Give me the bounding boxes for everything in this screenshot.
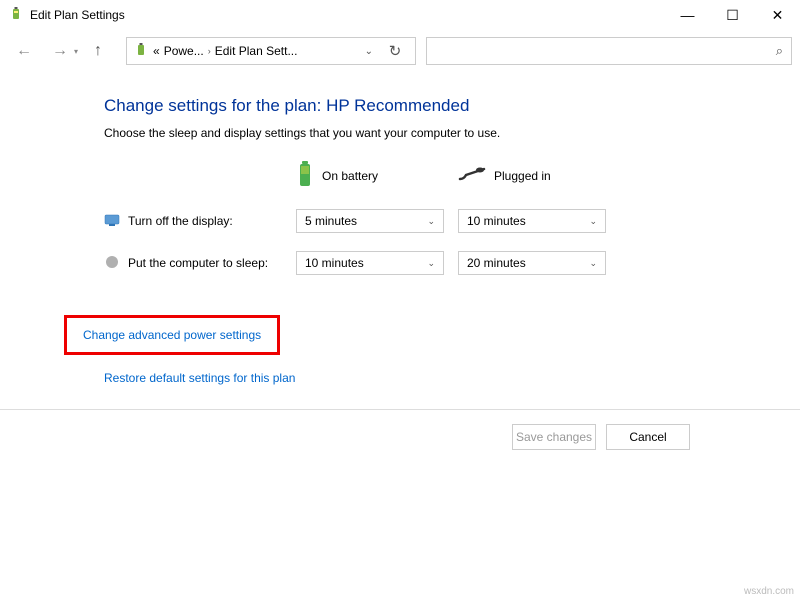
- highlighted-link-box: Change advanced power settings: [64, 315, 280, 355]
- display-icon: [104, 212, 120, 231]
- row-display-label: Turn off the display:: [104, 212, 284, 231]
- sleep-battery-value: 10 minutes: [305, 256, 364, 270]
- advanced-settings-link[interactable]: Change advanced power settings: [83, 328, 261, 342]
- row-display-text: Turn off the display:: [128, 214, 233, 228]
- links-section: Change advanced power settings Restore d…: [64, 315, 800, 385]
- search-icon: ⌕: [776, 43, 783, 59]
- titlebar: Edit Plan Settings — ☐ ✕: [0, 0, 800, 30]
- breadcrumb-item-2[interactable]: Edit Plan Sett...: [215, 44, 298, 58]
- plug-icon: [458, 165, 486, 186]
- column-header-plugged-label: Plugged in: [494, 169, 551, 183]
- column-header-battery-label: On battery: [322, 169, 378, 183]
- save-button: Save changes: [512, 424, 596, 450]
- page-heading: Change settings for the plan: HP Recomme…: [104, 96, 800, 116]
- content-area: Change settings for the plan: HP Recomme…: [0, 72, 800, 385]
- column-header-plugged: Plugged in: [458, 165, 608, 186]
- window-title: Edit Plan Settings: [30, 8, 125, 22]
- display-battery-dropdown[interactable]: 5 minutes ⌄: [296, 209, 444, 233]
- display-battery-value: 5 minutes: [305, 214, 357, 228]
- address-bar[interactable]: « Powe... › Edit Plan Sett... ⌄ ↻: [126, 37, 416, 65]
- column-header-battery: On battery: [296, 160, 446, 191]
- search-bar[interactable]: ⌕: [426, 37, 792, 65]
- breadcrumb: « Powe... › Edit Plan Sett...: [153, 44, 357, 58]
- watermark: wsxdn.com: [744, 586, 794, 597]
- address-bar-icon: [133, 42, 149, 61]
- display-plugged-value: 10 minutes: [467, 214, 526, 228]
- battery-icon: [296, 160, 314, 191]
- breadcrumb-prefix: «: [153, 44, 160, 58]
- back-button[interactable]: ←: [8, 37, 40, 65]
- window-controls: — ☐ ✕: [665, 0, 800, 30]
- row-sleep-label: Put the computer to sleep:: [104, 254, 284, 273]
- row-sleep-text: Put the computer to sleep:: [128, 256, 268, 270]
- breadcrumb-separator-icon: ›: [208, 46, 211, 56]
- power-plan-icon: [8, 6, 24, 25]
- settings-grid: On battery Plugged in Turn off the displ…: [104, 160, 800, 275]
- refresh-button[interactable]: ↻: [381, 42, 409, 60]
- close-button[interactable]: ✕: [755, 0, 800, 30]
- address-dropdown-icon[interactable]: ⌄: [361, 46, 377, 57]
- chevron-down-icon: ⌄: [427, 216, 435, 227]
- chevron-down-icon: ⌄: [427, 258, 435, 269]
- forward-button[interactable]: →: [44, 37, 76, 65]
- titlebar-left: Edit Plan Settings: [8, 6, 125, 25]
- history-dropdown-icon[interactable]: ▾: [74, 47, 78, 56]
- restore-defaults-link[interactable]: Restore default settings for this plan: [104, 371, 800, 385]
- cancel-button[interactable]: Cancel: [606, 424, 690, 450]
- chevron-down-icon: ⌄: [589, 216, 597, 227]
- navigation-row: ← → ▾ ↑ « Powe... › Edit Plan Sett... ⌄ …: [0, 30, 800, 72]
- chevron-down-icon: ⌄: [589, 258, 597, 269]
- footer: Save changes Cancel: [0, 410, 800, 450]
- display-plugged-dropdown[interactable]: 10 minutes ⌄: [458, 209, 606, 233]
- sleep-plugged-dropdown[interactable]: 20 minutes ⌄: [458, 251, 606, 275]
- breadcrumb-item-1[interactable]: Powe...: [164, 44, 204, 58]
- sleep-battery-dropdown[interactable]: 10 minutes ⌄: [296, 251, 444, 275]
- sleep-icon: [104, 254, 120, 273]
- sleep-plugged-value: 20 minutes: [467, 256, 526, 270]
- page-subheading: Choose the sleep and display settings th…: [104, 126, 800, 140]
- up-button[interactable]: ↑: [82, 37, 114, 65]
- minimize-button[interactable]: —: [665, 0, 710, 30]
- maximize-button[interactable]: ☐: [710, 0, 755, 30]
